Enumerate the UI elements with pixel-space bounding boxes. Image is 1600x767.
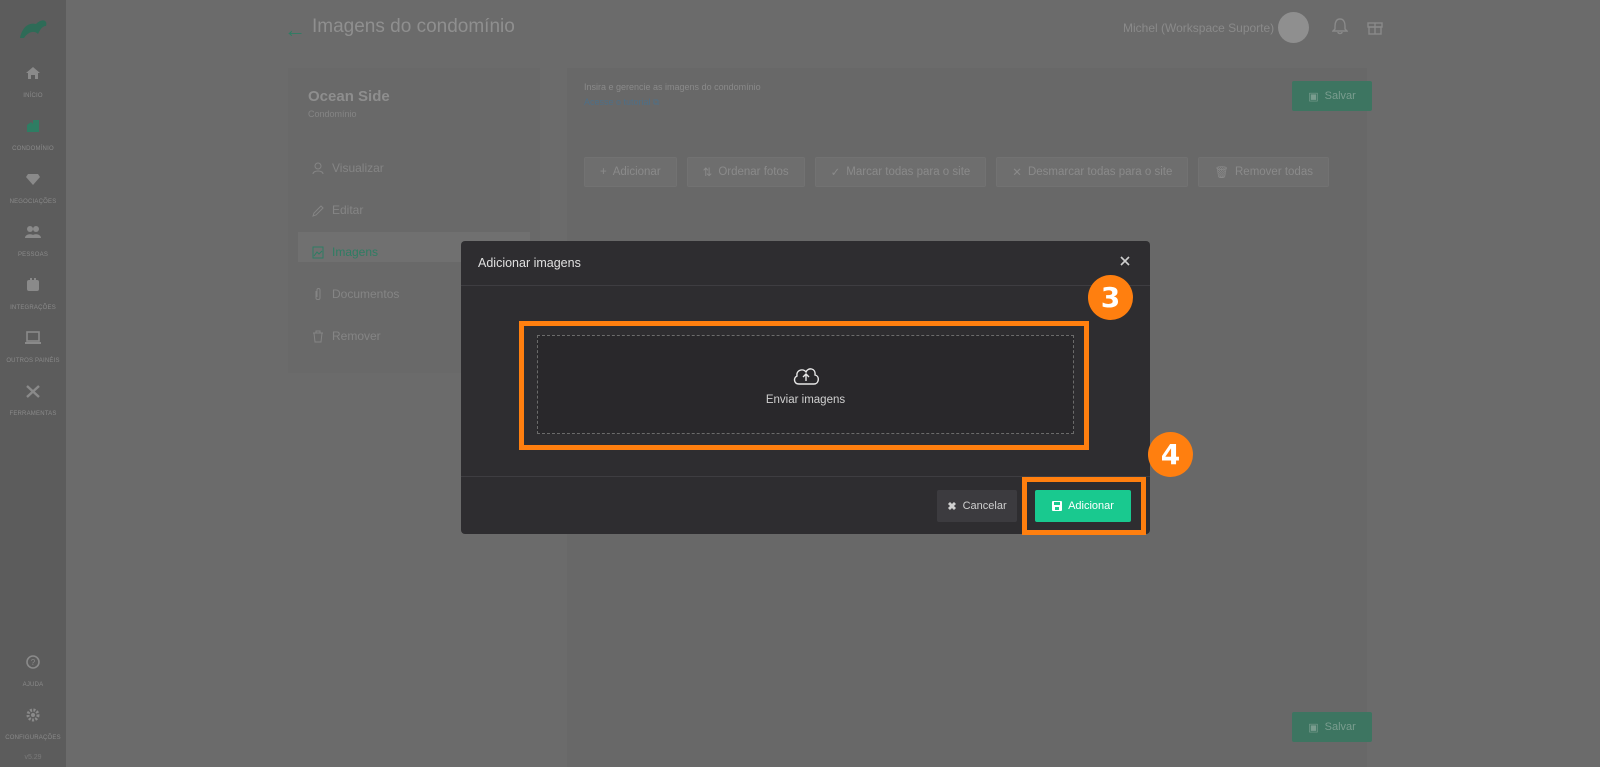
step-4-badge: 4 xyxy=(1148,432,1193,477)
tools-icon xyxy=(26,385,40,398)
cloud-upload-icon xyxy=(793,367,819,385)
sidebar-item-label: Configurações xyxy=(5,735,61,741)
step-3-badge: 3 xyxy=(1088,275,1133,320)
menu-item-remover[interactable]: Remover xyxy=(312,329,381,343)
toolbar-label: Adicionar xyxy=(612,166,661,178)
save-label: Salvar xyxy=(1324,90,1356,102)
save-button-top[interactable]: ▣ Salvar xyxy=(1292,81,1372,111)
add-images-modal: Adicionar imagens Enviar imagens ✖ Cance… xyxy=(461,241,1150,534)
menu-item-label: Imagens xyxy=(332,245,379,259)
modal-title: Adicionar imagens xyxy=(478,256,581,270)
sidebar-item-label: Ajuda xyxy=(22,682,44,688)
save-button-bottom[interactable]: ▣ Salvar xyxy=(1292,712,1372,742)
save-icon xyxy=(1052,501,1063,511)
sort-icon: ⇅ xyxy=(702,167,713,179)
sidebar-item-outros-paineis[interactable]: Outros painéis xyxy=(0,331,66,367)
tutorial-link[interactable]: Acesse o tutorial ⧉ xyxy=(584,97,659,108)
trash-icon xyxy=(313,330,323,342)
logo-icon xyxy=(20,20,47,38)
dropzone-label: Enviar imagens xyxy=(765,393,846,406)
toolbar-label: Ordenar fotos xyxy=(718,166,789,178)
save-icon: ▣ xyxy=(1308,90,1319,103)
tutorial-link-label: Acesse o tutorial xyxy=(584,97,651,107)
top-bar: ← Imagens do condomínio Michel (Workspac… xyxy=(66,0,1600,56)
menu-item-label: Visualizar xyxy=(332,161,384,175)
modal-divider xyxy=(461,476,1150,477)
hint-text: Insira e gerencie as imagens do condomín… xyxy=(584,82,761,92)
sidebar-item-label: Integrações xyxy=(10,305,56,311)
help-icon: ? xyxy=(26,655,40,669)
gear-icon xyxy=(26,708,40,722)
sidebar-item-label: Outros painéis xyxy=(6,358,60,364)
toolbar-label: Desmarcar todas para o site xyxy=(1027,166,1173,178)
sidebar-item-configuracoes[interactable]: Configurações xyxy=(0,708,66,744)
sidebar-item-label: Condomínio xyxy=(12,146,54,152)
pencil-icon xyxy=(312,204,324,217)
menu-item-label: Documentos xyxy=(332,287,400,301)
sidebar-item-pessoas[interactable]: Pessoas xyxy=(0,225,66,261)
people-icon xyxy=(25,226,41,238)
x-icon: ✕ xyxy=(1012,167,1022,179)
plus-icon: + xyxy=(600,166,607,178)
integrations-icon xyxy=(27,278,39,291)
sidebar-item-negociacoes[interactable]: Negociações xyxy=(0,172,66,208)
add-button[interactable]: Adicionar xyxy=(1035,490,1131,522)
cancel-button[interactable]: ✖ Cancelar xyxy=(937,490,1017,522)
images-toolbar: + Adicionar ⇅ Ordenar fotos ✓ Marcar todas … xyxy=(584,157,1329,187)
upload-dropzone[interactable]: Enviar imagens xyxy=(537,335,1074,434)
svg-text:?: ? xyxy=(31,658,36,667)
toolbar-label: Remover todas xyxy=(1235,166,1313,178)
trash-icon: 🗑 xyxy=(1214,167,1229,179)
menu-item-label: Editar xyxy=(332,203,364,217)
sidebar-item-label: Pessoas xyxy=(17,252,49,258)
menu-item-documentos[interactable]: Documentos xyxy=(312,287,399,301)
building-icon xyxy=(27,120,39,132)
page-title: Imagens do condomínio xyxy=(312,16,515,37)
close-icon[interactable] xyxy=(1116,252,1134,270)
unmark-all-button[interactable]: ✕ Desmarcar todas para o site xyxy=(996,157,1189,187)
sidebar-item-label: Negociações xyxy=(9,199,57,205)
x-icon: ✖ xyxy=(947,500,957,513)
sidebar-item-ferramentas[interactable]: Ferramentas xyxy=(0,384,66,420)
cancel-label: Cancelar xyxy=(962,500,1007,512)
diamond-icon xyxy=(26,174,40,185)
sidebar-item-condominio[interactable]: Condomínio xyxy=(0,119,66,155)
menu-item-label: Remover xyxy=(332,329,381,343)
condominium-type: Condomínio xyxy=(308,109,357,119)
add-label: Adicionar xyxy=(1068,500,1114,512)
home-icon xyxy=(26,67,40,79)
modal-divider xyxy=(461,285,1150,286)
avatar[interactable] xyxy=(1278,12,1309,43)
sidebar-item-label: Ferramentas xyxy=(9,411,57,417)
mark-all-button[interactable]: ✓ Marcar todas para o site xyxy=(814,157,987,187)
add-images-button[interactable]: + Adicionar xyxy=(584,157,677,187)
laptop-icon xyxy=(25,331,41,344)
sidebar-item-inicio[interactable]: Início xyxy=(0,66,66,102)
sidebar-item-integracoes[interactable]: Integrações xyxy=(0,278,66,314)
gift-icon[interactable] xyxy=(1367,17,1383,35)
paperclip-icon xyxy=(315,287,321,300)
toolbar-label: Marcar todas para o site xyxy=(846,166,971,178)
bell-icon[interactable] xyxy=(1332,17,1348,35)
sidebar-item-ajuda[interactable]: ? Ajuda xyxy=(0,655,66,691)
back-arrow-icon[interactable]: ← xyxy=(284,17,306,43)
menu-item-visualizar[interactable]: Visualizar xyxy=(312,161,384,175)
menu-item-editar[interactable]: Editar xyxy=(312,203,363,217)
remove-all-button[interactable]: 🗑 Remover todas xyxy=(1198,157,1329,187)
user-icon xyxy=(312,162,324,174)
sort-photos-button[interactable]: ⇅ Ordenar fotos xyxy=(686,157,805,187)
menu-item-imagens[interactable]: Imagens xyxy=(312,245,378,259)
save-icon: ▣ xyxy=(1308,721,1319,734)
image-icon xyxy=(312,246,324,258)
user-name[interactable]: Michel (Workspace Suporte) xyxy=(1123,21,1274,35)
sidebar: Início Condomínio Negociações Pessoas In… xyxy=(0,0,66,767)
save-label: Salvar xyxy=(1324,721,1356,733)
version-label: v5.29 xyxy=(24,754,42,761)
sidebar-item-label: Início xyxy=(23,93,43,99)
check-icon: ✓ xyxy=(830,167,841,179)
condominium-name: Ocean Side xyxy=(308,88,390,105)
